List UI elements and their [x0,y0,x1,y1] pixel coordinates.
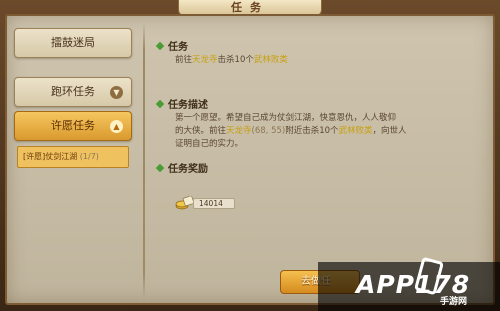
reward-exp: 14014 [175,196,235,210]
section-desc: 任务描述 [155,96,208,111]
task-place-link[interactable]: 天龙寺 [192,55,218,65]
chevron-up-icon: ▲ [110,120,123,133]
coin-pile-icon [175,196,195,210]
diamond-bullet-icon [155,41,165,51]
chevron-down-icon: ▼ [110,86,123,99]
desc-text: 附近击杀10个 [285,126,339,136]
task-text: 前往 [175,55,193,65]
reward-value: 14014 [193,198,235,209]
quest-sidebar: 擂鼓迷局 跑环任务 ▼ 许愿任务 ▲ [许愿]仗剑江湖 (1/7) [14,28,132,298]
desc-line-2: 的大侠。前往天龙寺(68, 55)附近击杀10个武林败类，向世人 [175,125,435,137]
sidebar-item-label: 擂鼓迷局 [51,36,95,49]
task-objective: 前往天龙寺击杀10个武林败类 [175,54,435,66]
quest-detail: 任务 前往天龙寺击杀10个武林败类 任务描述 第一个愿望。希望自己成为仗剑江湖，… [155,30,487,300]
sidebar-item-label: 跑环任务 [51,85,95,98]
task-target-link[interactable]: 武林败类 [254,55,288,65]
section-task-title: 任务 [168,42,188,53]
subitem-progress: (1/7) [79,152,99,161]
sidebar-item-paohuan[interactable]: 跑环任务 ▼ [14,77,132,107]
sidebar-item-leigu[interactable]: 擂鼓迷局 [14,28,132,58]
subitem-prefix: [许愿] [23,152,46,161]
sidebar-subitem-quest[interactable]: [许愿]仗剑江湖 (1/7) [17,146,129,168]
section-reward-title: 任务奖励 [168,164,208,175]
section-task: 任务 [155,38,188,53]
desc-line-1: 第一个愿望。希望自己成为仗剑江湖，快意恩仇，人人敬仰 [175,113,397,123]
diamond-bullet-icon [155,99,165,109]
watermark-sub: 手游网 [440,297,468,307]
task-text: 击杀10个 [217,55,254,65]
desc-text: ，向世人 [372,126,407,136]
sidebar-item-xuyuan[interactable]: 许愿任务 ▲ [14,111,132,141]
desc-line-3: 证明自己的实力。 [175,139,244,149]
sidebar-item-label: 许愿任务 [51,119,95,132]
section-reward: 任务奖励 [155,160,208,175]
diamond-bullet-icon [155,163,165,173]
section-desc-title: 任务描述 [168,100,208,111]
desc-target-link[interactable]: 武林败类 [339,126,373,136]
desc-place-link[interactable]: 天龙寺 [226,126,252,136]
subitem-label: 仗剑江湖 [45,152,78,161]
desc-text: 的大侠。前往 [175,126,227,136]
column-divider [143,22,145,300]
desc-coord: (68, 55) [251,126,286,136]
